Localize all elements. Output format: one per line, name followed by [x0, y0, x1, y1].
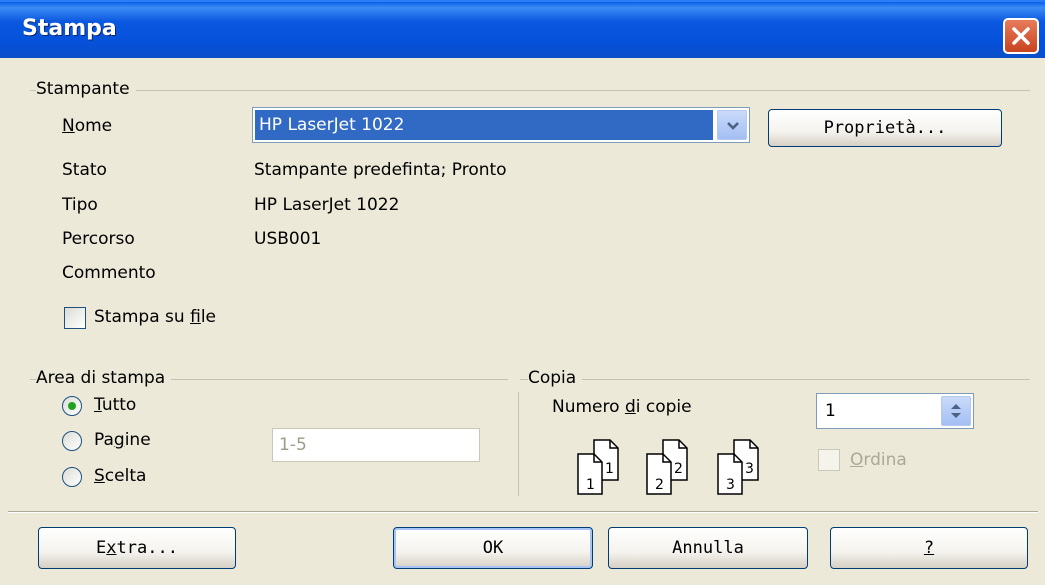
- print-to-file-checkbox[interactable]: [64, 307, 86, 329]
- extra-button-label: Extra...: [96, 538, 178, 558]
- radio-all[interactable]: [62, 396, 82, 416]
- collate-front-number: 1: [586, 477, 595, 493]
- help-button[interactable]: ?: [830, 527, 1028, 569]
- path-value: USB001: [254, 229, 322, 249]
- print-to-file-label[interactable]: Stampa su file: [94, 307, 216, 327]
- printer-name-select[interactable]: HP LaserJet 1022: [252, 107, 750, 143]
- close-button[interactable]: [1003, 18, 1039, 54]
- path-label: Percorso: [62, 229, 135, 249]
- collate-back-number: 1: [605, 461, 614, 477]
- footer-separator: [8, 511, 1038, 513]
- collate-front-number: 2: [655, 477, 664, 493]
- chevron-down-icon: [727, 122, 739, 130]
- properties-button[interactable]: Proprietà...: [768, 109, 1002, 147]
- collate-back-number: 3: [745, 461, 754, 477]
- printer-dropdown-button[interactable]: [717, 110, 747, 140]
- printer-group-line: [30, 90, 1030, 91]
- collate-pages-icon: 3 3: [717, 439, 759, 495]
- close-icon: [1012, 27, 1030, 45]
- type-value: HP LaserJet 1022: [254, 195, 400, 215]
- help-button-label: ?: [923, 538, 935, 558]
- printer-name-value: HP LaserJet 1022: [255, 110, 713, 140]
- window-title: Stampa: [22, 16, 117, 41]
- pages-input-value: 1-5: [279, 435, 307, 455]
- title-bar[interactable]: Stampa: [0, 0, 1045, 58]
- extra-button[interactable]: Extra...: [38, 527, 236, 569]
- copies-spin-button[interactable]: [941, 396, 971, 426]
- collate-checkbox[interactable]: [818, 449, 840, 471]
- radio-pages[interactable]: [62, 431, 82, 451]
- printer-group-label: Stampante: [36, 79, 136, 99]
- radio-all-label[interactable]: Tutto: [94, 395, 136, 415]
- cancel-button[interactable]: Annulla: [608, 527, 808, 569]
- collate-back-number: 2: [674, 461, 683, 477]
- ok-button[interactable]: OK: [393, 527, 593, 569]
- radio-selection[interactable]: [62, 467, 82, 487]
- collate-label[interactable]: Ordina: [850, 450, 907, 470]
- comment-label: Commento: [62, 263, 156, 283]
- copies-group-label: Copia: [528, 368, 583, 388]
- copies-group-divider: [518, 392, 519, 496]
- copies-count-value: 1: [825, 401, 836, 421]
- copies-count-label: Numero di copie: [552, 397, 692, 417]
- spin-arrows-icon: [951, 404, 961, 418]
- type-label: Tipo: [62, 195, 98, 215]
- ok-button-label: OK: [482, 538, 504, 558]
- collate-pages-icon: 2 2: [646, 439, 688, 495]
- print-area-group-label: Area di stampa: [36, 368, 172, 388]
- cancel-button-label: Annulla: [672, 538, 744, 558]
- copies-count-spinbox[interactable]: 1: [816, 393, 974, 429]
- print-dialog: Stampa Stampante Nome HP LaserJet 1022 P…: [0, 0, 1045, 585]
- status-label: Stato: [62, 160, 107, 180]
- radio-selected-dot: [68, 402, 76, 410]
- status-value: Stampante predefinta; Pronto: [254, 160, 507, 180]
- radio-selection-label[interactable]: Scelta: [94, 466, 146, 486]
- collate-front-number: 3: [726, 477, 735, 493]
- collate-pages-icon: 1 1: [577, 439, 619, 495]
- printer-name-label: Nome: [62, 116, 113, 136]
- copies-group-line: [520, 379, 1030, 380]
- pages-input[interactable]: 1-5: [272, 428, 480, 462]
- radio-pages-label[interactable]: Pagine: [94, 430, 151, 450]
- properties-button-label: Proprietà...: [823, 118, 947, 138]
